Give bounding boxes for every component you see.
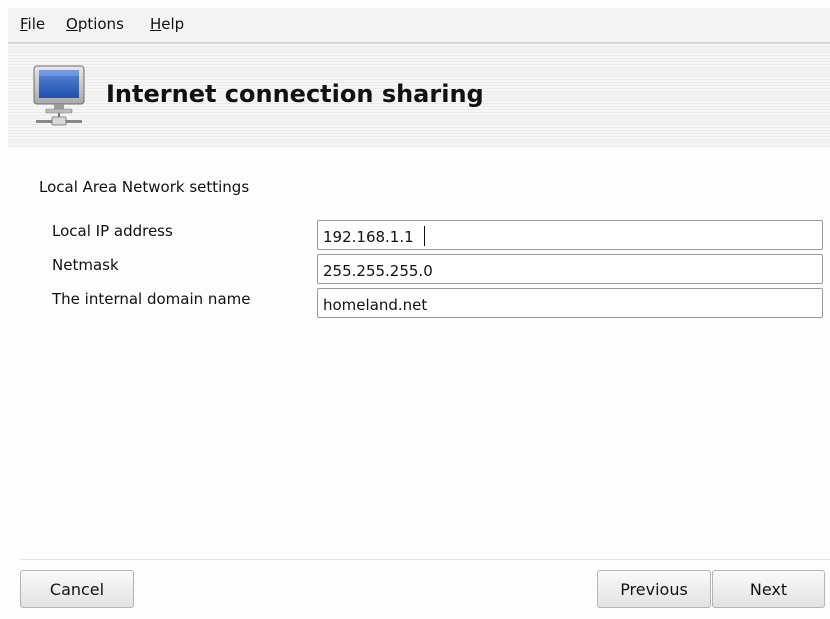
cancel-button[interactable]: Cancel xyxy=(20,570,134,608)
button-separator xyxy=(20,559,830,560)
local-ip-input[interactable] xyxy=(317,220,823,250)
domain-name-label: The internal domain name xyxy=(52,290,251,308)
content-area xyxy=(8,148,830,619)
menu-options[interactable]: Options xyxy=(66,15,124,33)
wizard-header: Internet connection sharing xyxy=(8,43,830,149)
menu-file-label: ile xyxy=(27,15,46,33)
menu-help[interactable]: Help xyxy=(150,15,184,33)
menu-bar: File Options Help xyxy=(8,8,830,43)
network-computer-icon xyxy=(33,65,85,126)
menu-file-mnemonic: F xyxy=(20,15,28,33)
menu-help-mnemonic: H xyxy=(150,15,162,33)
menu-file[interactable]: File xyxy=(20,15,45,33)
domain-name-input[interactable] xyxy=(317,288,823,318)
menu-help-label: elp xyxy=(161,15,185,33)
menu-options-label: ptions xyxy=(77,15,124,33)
netmask-label: Netmask xyxy=(52,256,119,274)
page-title: Internet connection sharing xyxy=(106,80,484,108)
section-title: Local Area Network settings xyxy=(39,178,250,196)
menu-options-mnemonic: O xyxy=(66,15,78,33)
netmask-input[interactable] xyxy=(317,254,823,284)
next-button[interactable]: Next xyxy=(712,570,825,608)
previous-button[interactable]: Previous xyxy=(597,570,711,608)
local-ip-label: Local IP address xyxy=(52,222,173,240)
text-caret xyxy=(424,226,425,246)
